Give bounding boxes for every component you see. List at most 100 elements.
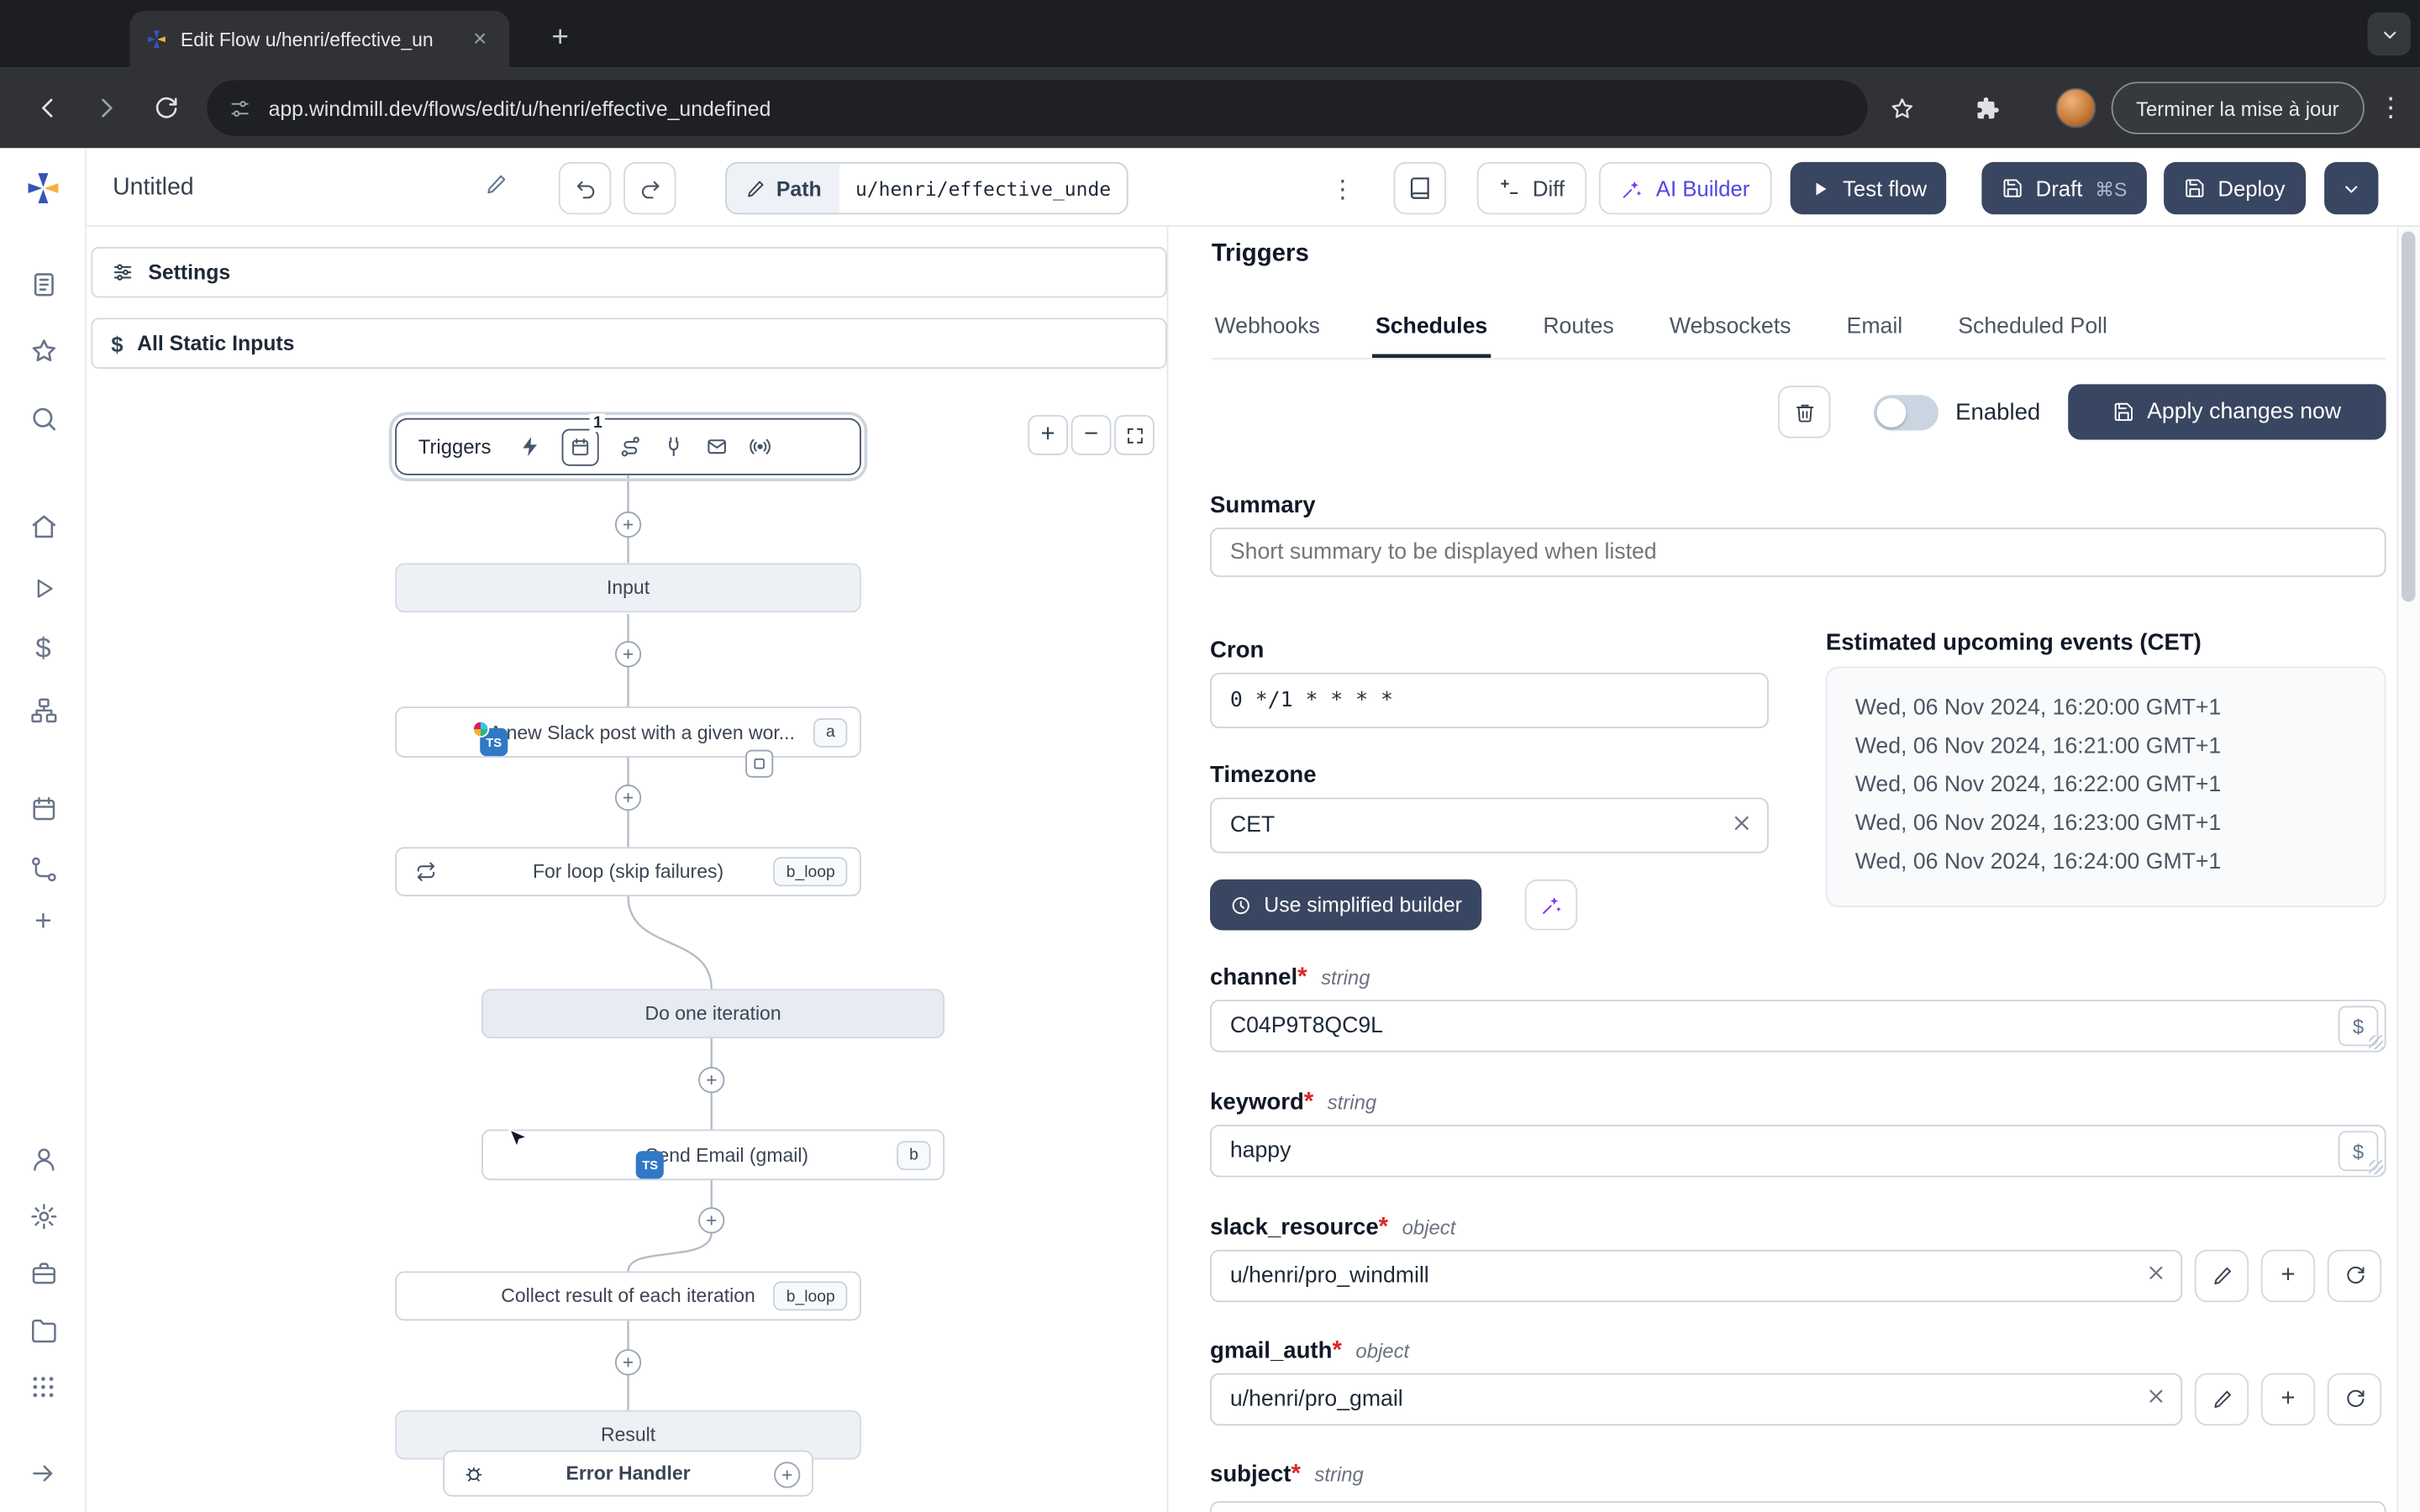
resources-sitemap-icon[interactable] (13, 679, 74, 740)
resize-handle[interactable] (2369, 1160, 2383, 1174)
tab-email[interactable]: Email (1844, 302, 1906, 358)
add-plus-icon[interactable]: + (13, 892, 74, 953)
zoom-in-button[interactable]: + (1028, 415, 1069, 455)
deploy-button[interactable]: Deploy (2164, 161, 2306, 215)
folder-icon[interactable] (13, 1299, 74, 1361)
forward-icon[interactable] (81, 81, 133, 134)
summary-input[interactable] (1209, 528, 2386, 577)
insert-step-icon[interactable] (614, 641, 642, 668)
windmill-logo[interactable] (13, 157, 74, 218)
gmail-auth-input[interactable] (1209, 1373, 2183, 1426)
tab-close-icon[interactable]: × (466, 25, 494, 53)
delete-schedule-button[interactable] (1777, 386, 1831, 438)
scrollbar-thumb[interactable] (2401, 231, 2416, 602)
ai-cron-button[interactable] (1524, 879, 1578, 931)
channel-input[interactable] (1209, 1000, 2386, 1053)
edit-resource-button[interactable] (2194, 1249, 2249, 1303)
email-trigger-icon[interactable] (706, 435, 729, 459)
timezone-input[interactable] (1209, 797, 1769, 853)
cron-input[interactable] (1209, 672, 1769, 728)
edit-resource-button[interactable] (2194, 1373, 2249, 1426)
user-icon[interactable] (13, 1128, 74, 1189)
star-icon[interactable] (13, 319, 74, 381)
list-icon[interactable] (13, 253, 74, 314)
collect-result-node[interactable]: Collect result of each iteration b_loop (395, 1271, 861, 1321)
site-info-icon[interactable] (229, 97, 252, 120)
window-chevron-icon[interactable] (2367, 12, 2411, 56)
slack-resource-input[interactable] (1209, 1249, 2183, 1303)
reload-icon[interactable] (139, 81, 191, 134)
do-one-iteration-node[interactable]: Do one iteration (481, 989, 945, 1039)
workspace-briefcase-icon[interactable] (13, 1242, 74, 1304)
flows-pipe-icon[interactable] (13, 837, 74, 899)
deploy-dropdown-button[interactable] (2324, 161, 2379, 215)
insert-step-icon[interactable] (614, 784, 642, 811)
apps-grid-icon[interactable] (13, 1356, 74, 1417)
tab-websockets[interactable]: Websockets (1666, 302, 1794, 358)
url-bar[interactable]: app.windmill.dev/flows/edit/u/henri/effe… (207, 80, 1868, 136)
routes-icon[interactable] (619, 435, 643, 459)
schedule-trigger-selected[interactable]: 1 (561, 412, 606, 465)
fit-view-button[interactable] (1114, 415, 1155, 455)
path-segment[interactable]: Path (727, 163, 840, 213)
variables-dollar-icon[interactable]: $ (13, 617, 74, 679)
zoom-out-button[interactable]: − (1071, 415, 1112, 455)
for-loop-node[interactable]: For loop (skip failures) b_loop (395, 847, 861, 897)
enabled-toggle[interactable] (1873, 395, 1939, 431)
tab-routes[interactable]: Routes (1540, 302, 1618, 358)
triggers-node[interactable]: Triggers 1 (388, 412, 868, 482)
search-icon[interactable] (13, 387, 74, 449)
expand-step-button[interactable] (745, 749, 774, 778)
browser-update-button[interactable]: Terminer la mise à jour (2111, 81, 2364, 134)
draft-button[interactable]: Draft ⌘S (1981, 161, 2148, 215)
schedules-calendar-icon[interactable] (13, 778, 74, 839)
tab-webhooks[interactable]: Webhooks (1212, 302, 1323, 358)
gear-icon[interactable] (13, 1185, 74, 1247)
test-flow-button[interactable]: Test flow (1790, 161, 1947, 215)
slack-step-node[interactable]: TS A new Slack post with a given wor... … (395, 706, 861, 758)
clear-timezone-icon[interactable] (1730, 811, 1754, 835)
browser-tab[interactable]: Edit Flow u/henri/effective_un × (129, 10, 510, 68)
clear-resource-icon[interactable] (2145, 1262, 2167, 1284)
refresh-resource-button[interactable] (2327, 1373, 2382, 1426)
apply-changes-button[interactable]: Apply changes now (2068, 384, 2386, 440)
docs-book-button[interactable] (1393, 161, 1447, 215)
path-input[interactable] (839, 163, 1128, 213)
send-email-node[interactable]: TS Send Email (gmail) b (481, 1129, 945, 1181)
resize-handle[interactable] (2369, 1035, 2383, 1049)
error-handler-node[interactable]: Error Handler (443, 1450, 813, 1497)
tab-schedules[interactable]: Schedules (1372, 302, 1491, 358)
redo-button[interactable] (623, 161, 676, 215)
webhook-bolt-icon[interactable] (519, 435, 543, 459)
clear-resource-icon[interactable] (2145, 1385, 2167, 1407)
undo-button[interactable] (558, 161, 612, 215)
back-icon[interactable] (22, 81, 74, 134)
insert-step-icon[interactable] (614, 511, 642, 538)
websocket-plug-icon[interactable] (662, 435, 686, 459)
add-error-handler-icon[interactable] (774, 1462, 801, 1488)
insert-step-icon[interactable] (698, 1067, 725, 1094)
home-icon[interactable] (13, 496, 74, 557)
input-node[interactable]: Input (395, 563, 861, 613)
tab-scheduled-poll[interactable]: Scheduled Poll (1955, 302, 2111, 358)
profile-avatar[interactable] (2055, 87, 2096, 129)
keyword-input[interactable] (1209, 1124, 2386, 1178)
new-tab-button[interactable]: + (537, 15, 583, 61)
insert-step-icon[interactable] (614, 1349, 642, 1376)
refresh-resource-button[interactable] (2327, 1249, 2382, 1303)
flow-title[interactable]: Untitled (113, 175, 194, 202)
extensions-puzzle-icon[interactable] (1960, 81, 2012, 134)
add-resource-button[interactable]: + (2260, 1373, 2316, 1426)
browser-menu-icon[interactable]: ⋮ (2365, 81, 2417, 134)
more-menu-icon[interactable]: ⋮ (1330, 175, 1355, 206)
add-resource-button[interactable]: + (2260, 1249, 2316, 1303)
ai-builder-button[interactable]: AI Builder (1598, 161, 1772, 215)
insert-step-icon[interactable] (698, 1207, 725, 1234)
runs-play-icon[interactable] (13, 557, 74, 618)
poll-radio-icon[interactable] (749, 435, 772, 459)
simplified-builder-button[interactable]: Use simplified builder (1209, 879, 1482, 931)
bookmark-star-icon[interactable] (1876, 81, 1928, 134)
edit-title-pencil-icon[interactable] (485, 173, 508, 197)
expand-rail-arrow-icon[interactable] (13, 1442, 74, 1504)
subject-input[interactable] (1209, 1501, 2386, 1512)
